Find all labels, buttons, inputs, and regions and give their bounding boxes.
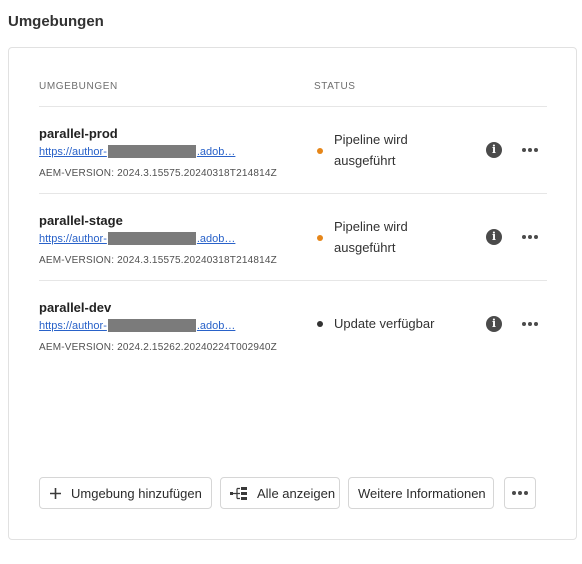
status-line-1: Update verfügbar (334, 316, 435, 331)
environment-row-dev: parallel-dev https://author- .adob… AEM-… (39, 281, 547, 368)
url-prefix: https://author- (39, 319, 107, 332)
status-text: Pipeline wird ausgeführt (334, 129, 454, 171)
redacted-block (107, 145, 196, 158)
environment-name: parallel-stage (39, 213, 123, 228)
more-icon[interactable] (519, 229, 541, 245)
status-text: Update verfügbar (334, 313, 454, 334)
url-prefix: https://author- (39, 232, 107, 245)
status-line-1: Pipeline wird (334, 132, 408, 147)
environment-name: parallel-prod (39, 126, 118, 141)
environment-url-link[interactable]: https://author- .adob… (39, 319, 235, 332)
info-icon[interactable]: i (486, 229, 502, 245)
more-information-label: Weitere Informationen (358, 485, 486, 501)
url-suffix: .adob… (196, 145, 236, 158)
environment-row-stage: parallel-stage https://author- .adob… AE… (39, 194, 547, 281)
more-icon[interactable] (519, 142, 541, 158)
more-icon[interactable] (519, 316, 541, 332)
add-environment-button[interactable]: Umgebung hinzufügen (39, 477, 212, 509)
environment-row-prod: parallel-prod https://author- .adob… AEM… (39, 107, 547, 194)
environment-version: AEM-VERSION: 2024.3.15575.20240318T21481… (39, 255, 277, 266)
environment-url-link[interactable]: https://author- .adob… (39, 145, 235, 158)
add-environment-label: Umgebung hinzufügen (71, 485, 202, 501)
environment-name: parallel-dev (39, 300, 112, 315)
column-header-environments: UMGEBUNGEN (39, 81, 118, 92)
status-line-2: ausgeführt (334, 153, 396, 168)
url-suffix: .adob… (196, 319, 236, 332)
tree-view-icon (230, 486, 248, 500)
status-text: Pipeline wird ausgeführt (334, 216, 454, 258)
show-all-label: Alle anzeigen (257, 485, 336, 501)
status-dot (317, 148, 323, 154)
section-title: Umgebungen (8, 13, 104, 30)
status-line-1: Pipeline wird (334, 219, 408, 234)
environment-url-link[interactable]: https://author- .adob… (39, 232, 235, 245)
environments-card: UMGEBUNGEN STATUS parallel-prod https://… (8, 47, 577, 540)
redacted-block (107, 319, 196, 332)
plus-icon (49, 487, 62, 500)
info-icon[interactable]: i (486, 142, 502, 158)
more-information-button[interactable]: Weitere Informationen (348, 477, 494, 509)
status-dot (317, 321, 323, 327)
environment-version: AEM-VERSION: 2024.2.15262.20240224T00294… (39, 342, 277, 353)
show-all-button[interactable]: Alle anzeigen (220, 477, 340, 509)
column-header-status: STATUS (314, 81, 356, 92)
environment-version: AEM-VERSION: 2024.3.15575.20240318T21481… (39, 168, 277, 179)
url-suffix: .adob… (196, 232, 236, 245)
info-icon[interactable]: i (486, 316, 502, 332)
table-header: UMGEBUNGEN STATUS (39, 79, 547, 107)
redacted-block (107, 232, 196, 245)
more-actions-button[interactable] (504, 477, 536, 509)
status-dot (317, 235, 323, 241)
url-prefix: https://author- (39, 145, 107, 158)
status-line-2: ausgeführt (334, 240, 396, 255)
more-icon (509, 485, 531, 501)
